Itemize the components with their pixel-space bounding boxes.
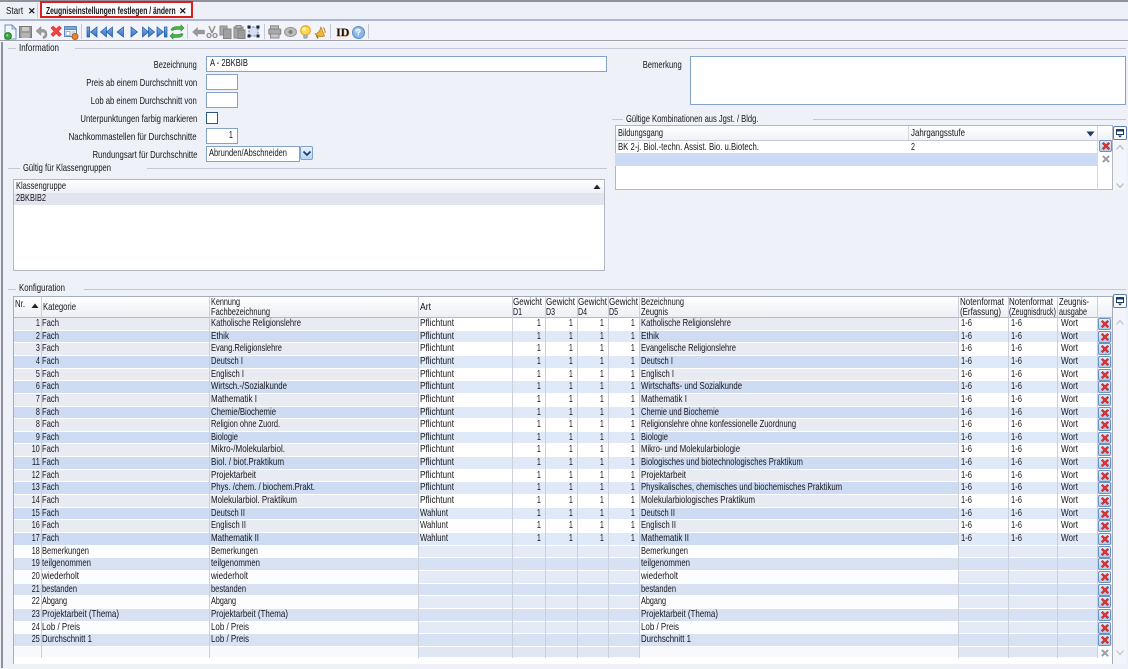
- svg-text:?: ?: [356, 28, 362, 38]
